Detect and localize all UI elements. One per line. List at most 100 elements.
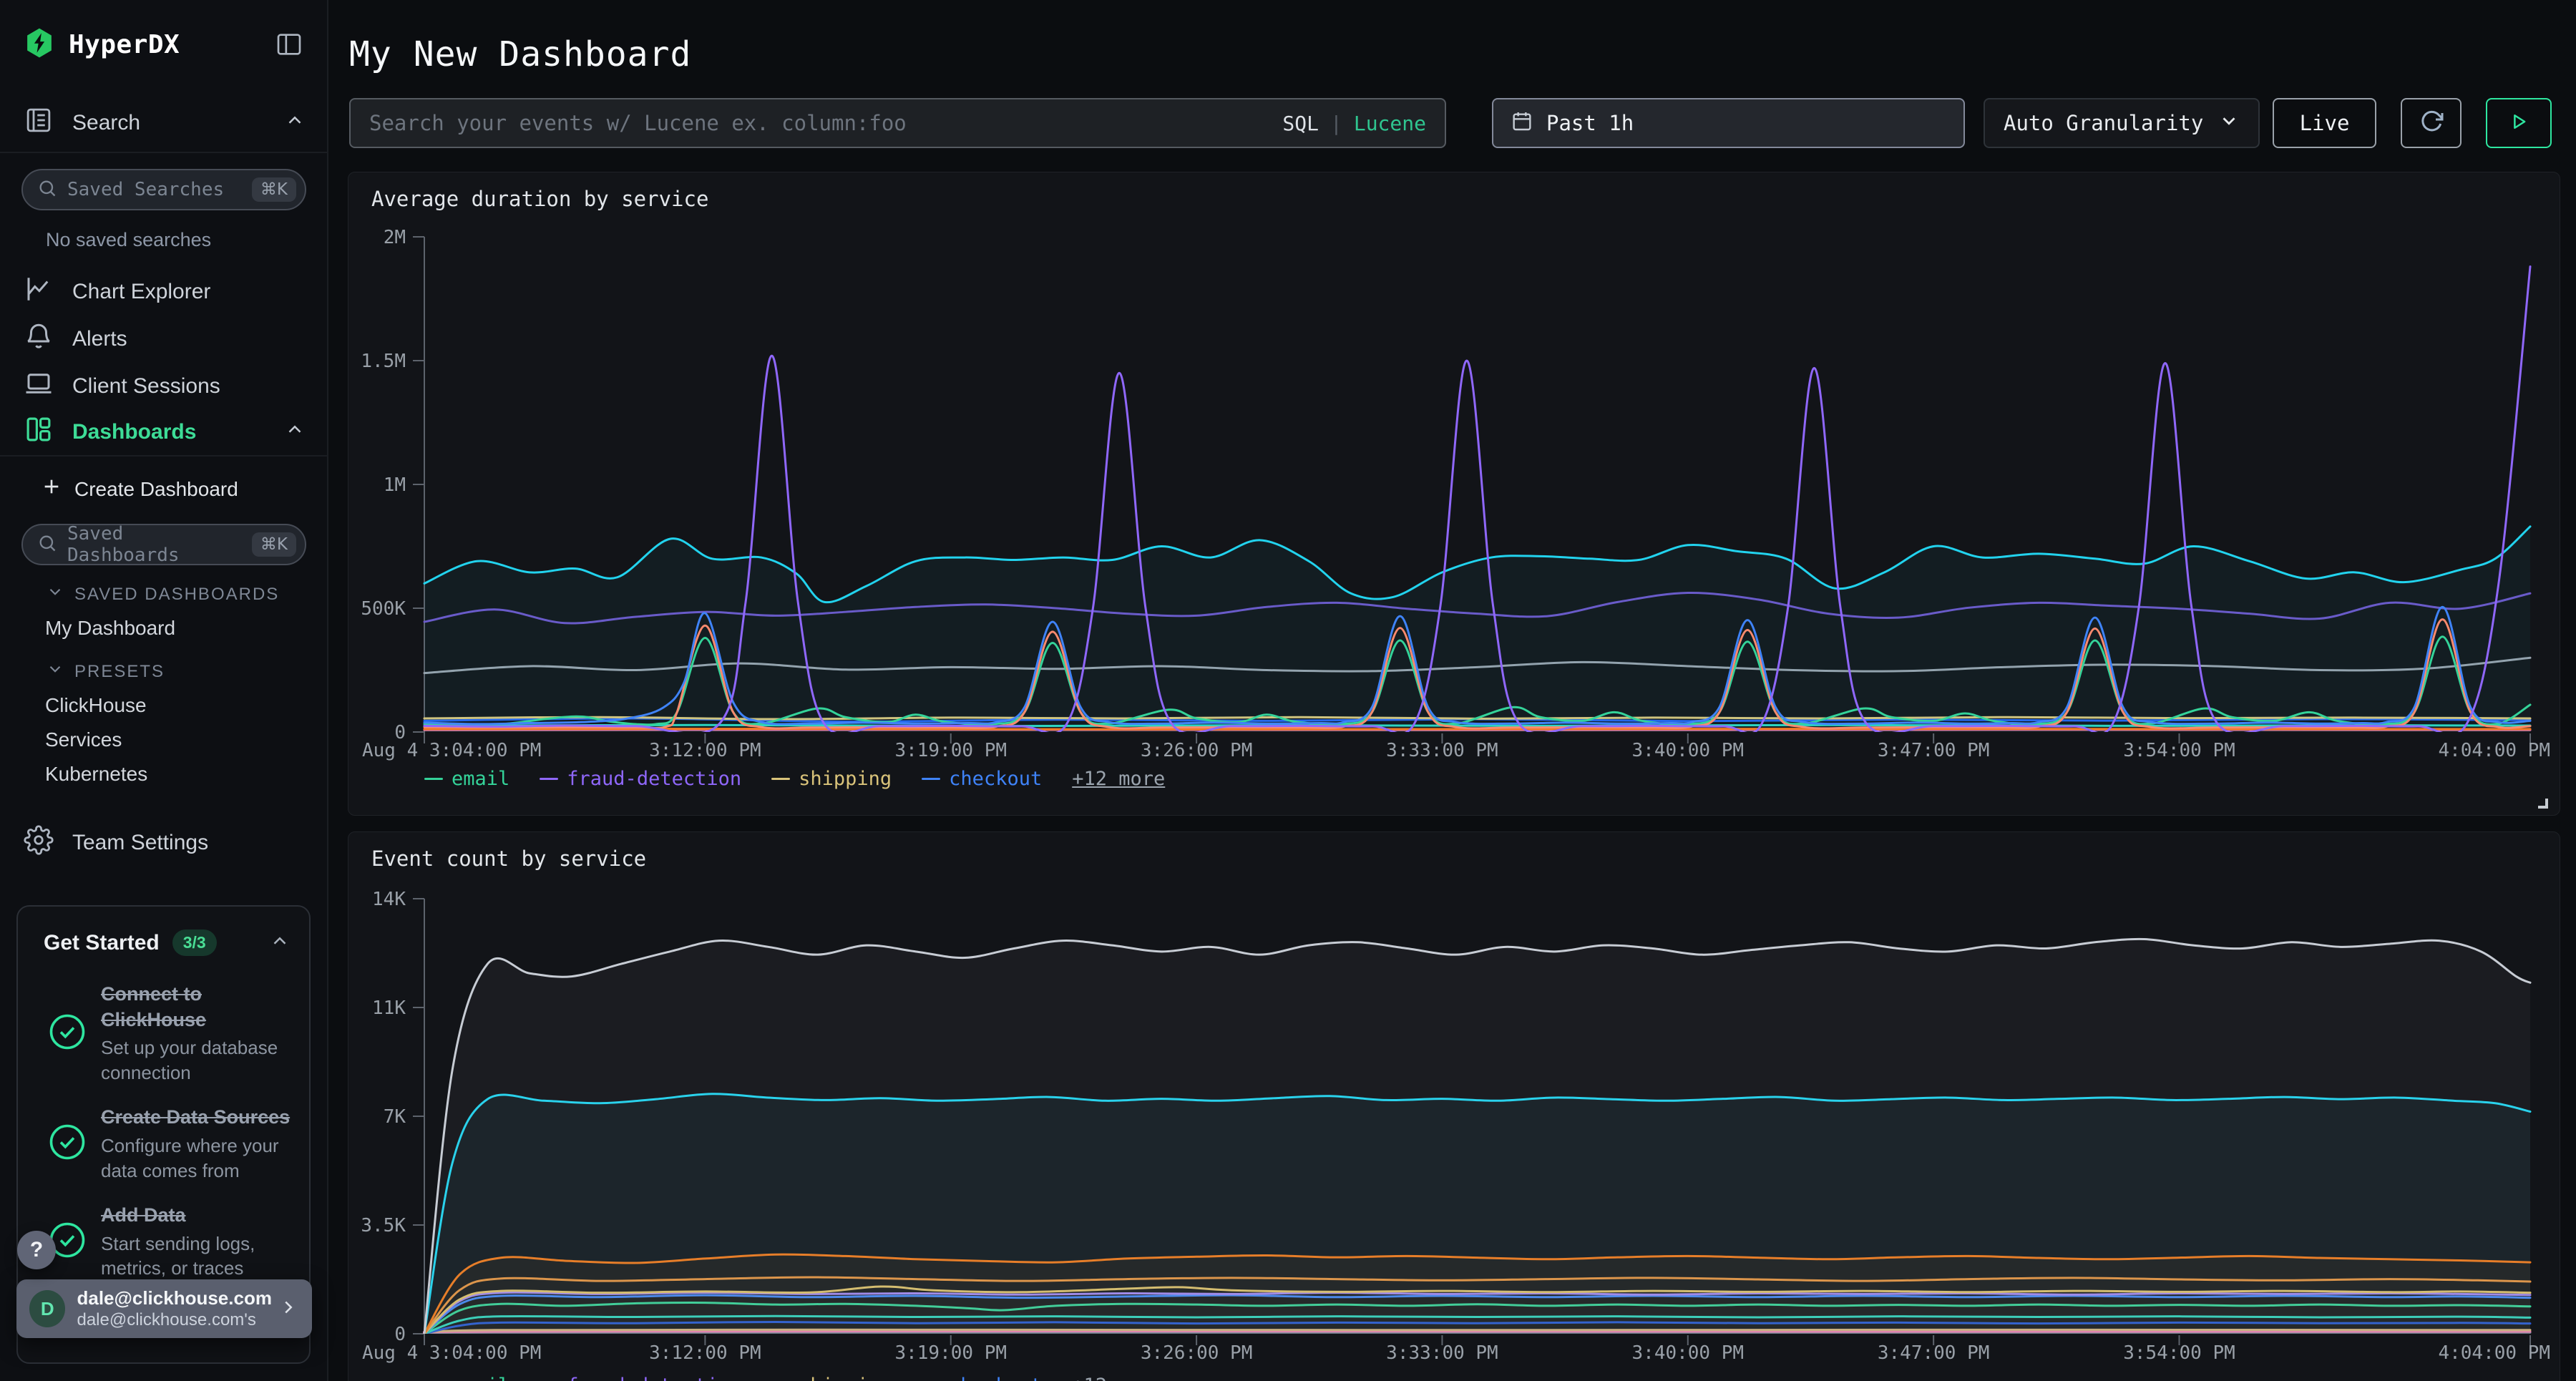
sql-toggle[interactable]: SQL [1282,112,1319,135]
chart-panel-avg-duration[interactable]: Average duration by service 0500K1M1.5M2… [348,172,2560,816]
chart-panel-event-count[interactable]: Event count by service 03.5K7K11K14KAug … [348,831,2560,1381]
x-axis-tick-label: 3:54:00 PM [2123,740,2235,761]
get-started-item-add-data[interactable]: Add Data Start sending logs, metrics, or… [18,1183,309,1281]
check-circle-icon [48,1123,87,1165]
y-axis-tick-label: 3.5K [361,1215,406,1236]
sidebar-item-team-settings[interactable]: Team Settings [24,824,306,862]
x-axis-tick-label: 3:40:00 PM [1632,740,1745,761]
x-axis-tick-label: 3:12:00 PM [649,1342,761,1364]
chevron-up-icon[interactable] [284,419,306,446]
sidebar-item-search[interactable]: Search [24,104,306,142]
group-saved-dashboards[interactable]: SAVED DASHBOARDS [46,582,279,606]
logo[interactable]: HyperDX [23,26,180,64]
calendar-icon [1511,109,1533,137]
play-icon [2508,111,2529,135]
y-axis-tick-label: 7K [384,1106,406,1128]
legend-item-checkout[interactable]: checkout [922,768,1042,790]
get-started-item-connect[interactable]: Connect to ClickHouse Set up your databa… [18,962,309,1085]
saved-searches-input[interactable]: Saved Searches ⌘K [21,169,306,210]
get-started-title: Get Started [44,931,160,955]
create-dashboard-button[interactable]: Create Dashboard [40,475,238,503]
avatar: D [29,1290,65,1327]
chart-legend: email fraud-detection shipping checkout +12 … [424,768,1165,790]
x-axis-tick-label: 3:26:00 PM [1141,1342,1253,1364]
search-icon [37,533,57,557]
chevron-down-icon [46,660,64,683]
sidebar-collapse-icon[interactable] [275,30,303,59]
group-label: SAVED DASHBOARDS [74,585,279,605]
sidebar-item-clickhouse[interactable]: ClickHouse [45,694,147,717]
legend-label: shipping [799,1375,892,1381]
legend-label: checkout [949,768,1042,790]
get-started-progress-badge: 3/3 [172,929,217,956]
toggle-divider: | [1330,112,1342,135]
y-axis-tick-label: 1.5M [361,351,406,372]
get-started-header[interactable]: Get Started 3/3 [18,907,309,962]
get-started-item-title: Connect to ClickHouse [101,983,206,1030]
y-axis-tick-label: 1M [384,474,406,496]
x-axis-tick-label: Aug 4 3:04:00 PM [362,1342,541,1364]
legend-item-fraud-detection[interactable]: fraud-detection [540,1375,741,1381]
time-range-picker[interactable]: Past 1h [1492,98,1965,148]
sidebar-item-dashboards[interactable]: Dashboards [24,414,306,451]
sidebar-item-kubernetes[interactable]: Kubernetes [45,763,147,786]
get-started-item-description: Set up your database connection [101,1035,293,1085]
chevron-down-icon [46,582,64,606]
saved-searches-placeholder: Saved Searches [67,179,224,200]
y-axis-tick-label: 11K [372,997,406,1019]
sidebar-item-alerts[interactable]: Alerts [24,321,306,358]
lucene-toggle[interactable]: Lucene [1354,112,1426,135]
query-language-toggle: SQL | Lucene [1282,112,1426,135]
sidebar-item-chart-explorer[interactable]: Chart Explorer [24,273,306,311]
sidebar-item-client-sessions[interactable]: Client Sessions [24,368,306,405]
legend-item-fraud-detection[interactable]: fraud-detection [540,768,741,790]
user-menu[interactable]: D dale@clickhouse.com dale@clickhouse.co… [16,1279,312,1338]
event-search-input[interactable]: Search your events w/ Lucene ex. column:… [349,98,1446,148]
legend-more-toggle[interactable]: +12 more [1072,1375,1165,1381]
legend-label: email [452,768,509,790]
main-content: My New Dashboard Search your events w/ L… [330,0,2576,1381]
get-started-item-sources[interactable]: Create Data Sources Configure where your… [18,1085,309,1183]
legend-more-toggle[interactable]: +12 more [1072,768,1165,790]
sidebar: HyperDX Search Saved Searches ⌘K No save… [0,0,328,1381]
get-started-item-title: Add Data [101,1204,186,1226]
legend-item-shipping[interactable]: shipping [771,768,892,790]
chart-title: Event count by service [371,846,646,871]
x-axis-tick-label: 3:54:00 PM [2123,1342,2235,1364]
legend-swatch [922,778,940,780]
shortcut-badge: ⌘K [252,177,296,202]
gear-icon [24,825,54,861]
get-started-item-description: Start sending logs, metrics, or traces [101,1231,293,1281]
chevron-up-icon[interactable] [269,930,291,955]
live-button[interactable]: Live [2273,98,2376,148]
get-started-item-description: Configure where your data comes from [101,1133,293,1183]
group-presets[interactable]: PRESETS [46,660,165,683]
legend-item-email[interactable]: email [424,768,509,790]
page-title: My New Dashboard [349,34,691,74]
run-query-button[interactable] [2486,98,2552,148]
sidebar-item-services[interactable]: Services [45,728,122,751]
granularity-select[interactable]: Auto Granularity [1984,98,2260,148]
panel-resize-handle[interactable] [2538,799,2548,809]
laptop-icon [24,369,54,404]
refresh-button[interactable] [2401,98,2462,148]
sidebar-item-label: Team Settings [72,831,208,855]
legend-item-shipping[interactable]: shipping [771,1375,892,1381]
sidebar-item-label: Client Sessions [72,374,220,399]
help-button[interactable]: ? [17,1231,56,1269]
chevron-down-icon [2218,110,2240,137]
legend-swatch [424,778,443,780]
chevron-right-icon [278,1297,299,1322]
chevron-up-icon[interactable] [284,109,306,137]
sidebar-item-my-dashboard[interactable]: My Dashboard [45,617,175,640]
dashboards-grid-icon [24,414,54,450]
no-saved-searches-note: No saved searches [46,229,211,251]
sidebar-item-label: Search [72,111,140,135]
refresh-icon [2419,109,2444,137]
legend-item-email[interactable]: email [424,1375,509,1381]
x-axis-tick-label: 3:47:00 PM [1878,1342,1990,1364]
saved-dashboards-input[interactable]: Saved Dashboards ⌘K [21,524,306,565]
check-circle-icon [48,1012,87,1055]
legend-item-checkout[interactable]: checkout [922,1375,1042,1381]
legend-label: checkout [949,1375,1042,1381]
